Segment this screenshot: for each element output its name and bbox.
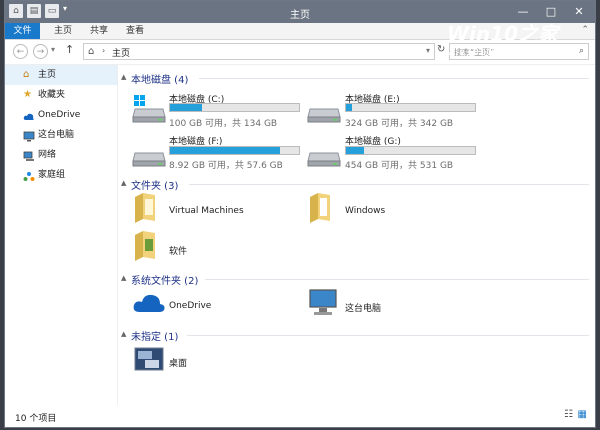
folder-name: Virtual Machines	[169, 206, 244, 216]
folder-icon	[133, 193, 157, 226]
star-icon: ★	[23, 89, 32, 100]
sidebar-item-label: 收藏夹	[38, 90, 66, 100]
tab-home[interactable]: 主页	[49, 23, 77, 39]
watermark: Win10之家 win10.ithome.com	[447, 23, 597, 58]
drive-icon	[132, 139, 166, 170]
address-input[interactable]: ⌂ › 主页 ▾	[83, 43, 435, 60]
drive-space-info: 324 GB 可用，共 342 GB	[345, 119, 454, 129]
system-drive-icon	[132, 95, 166, 126]
refresh-button[interactable]: ↻	[437, 44, 445, 55]
watermark-brand: Win10之家	[447, 22, 558, 46]
desktop-name: 桌面	[169, 359, 188, 369]
group-divider	[189, 184, 589, 185]
drive-usage-fill	[346, 104, 353, 111]
drive-space-info: 454 GB 可用，共 531 GB	[345, 161, 454, 171]
system-folder-name: OneDrive	[169, 301, 212, 311]
home-icon: ⌂	[23, 69, 30, 80]
recent-locations-icon[interactable]: ▾	[51, 45, 55, 54]
home-icon: ⌂	[88, 46, 95, 57]
drive-icon	[307, 95, 341, 126]
drive-usage-fill	[170, 104, 203, 111]
computer-icon	[308, 288, 338, 321]
forward-button[interactable]: →	[33, 44, 48, 59]
group-title-unspecified[interactable]: 未指定 (1)	[131, 328, 178, 343]
computer-icon	[23, 130, 35, 142]
sidebar-item-label: 家庭组	[38, 170, 66, 180]
up-button[interactable]: ↑	[65, 43, 74, 56]
details-view-icon[interactable]: ☷	[564, 409, 573, 420]
sidebar-item-label: 主页	[38, 70, 57, 80]
breadcrumb-chevron-icon: ›	[102, 46, 106, 55]
group-divider	[187, 335, 589, 336]
drive-usage-fill	[346, 147, 365, 154]
sidebar-item-label: 这台电脑	[38, 130, 75, 140]
folder-name: Windows	[345, 206, 386, 216]
back-button[interactable]: ←	[13, 44, 28, 59]
sidebar-item-this-pc[interactable]: 这台电脑	[5, 125, 117, 145]
group-divider	[205, 279, 589, 280]
tab-view[interactable]: 查看	[121, 23, 149, 39]
collapse-icon[interactable]: ▲	[121, 179, 126, 187]
drive-usage-bar	[169, 146, 300, 155]
system-folder-name: 这台电脑	[345, 304, 382, 314]
collapse-icon[interactable]: ▲	[121, 274, 126, 282]
sidebar-item-onedrive[interactable]: OneDrive	[5, 105, 117, 125]
drive-icon	[307, 139, 341, 170]
drive-usage-fill	[170, 147, 280, 154]
collapse-icon[interactable]: ▲	[121, 73, 126, 81]
drive-usage-bar	[345, 103, 476, 112]
group-divider	[199, 78, 589, 79]
sidebar-item-label: 网络	[38, 150, 57, 160]
maximize-button[interactable]: □	[537, 1, 565, 21]
desktop-icon	[134, 347, 164, 376]
large-icons-view-icon[interactable]: ▦	[578, 409, 587, 420]
group-title-folders[interactable]: 文件夹 (3)	[131, 177, 178, 192]
breadcrumb: 主页	[112, 49, 131, 59]
explorer-window: ⌂ ▤ ▭ ▾ 主页 — □ ✕ 文件 主页 共享 查看 ⌃ ← → ▾ ↑ ⌂…	[4, 0, 596, 428]
sidebar-item-home[interactable]: ⌂ 主页	[5, 65, 117, 85]
cloud-icon	[23, 110, 34, 121]
title-bar: ⌂ ▤ ▭ ▾ 主页 — □ ✕	[5, 1, 595, 23]
network-icon	[23, 150, 34, 161]
minimize-button[interactable]: —	[509, 1, 537, 21]
drive-space-info: 100 GB 可用，共 134 GB	[169, 119, 278, 129]
drive-usage-bar	[169, 103, 300, 112]
sidebar-item-homegroup[interactable]: 家庭组	[5, 165, 117, 185]
window-title: 主页	[290, 10, 310, 21]
tab-share[interactable]: 共享	[85, 23, 113, 39]
group-title-system-folders[interactable]: 系统文件夹 (2)	[131, 272, 198, 287]
onedrive-cloud-icon	[132, 292, 166, 317]
drive-space-info: 8.92 GB 可用，共 57.6 GB	[169, 161, 283, 171]
close-button[interactable]: ✕	[565, 1, 593, 21]
sidebar-item-favorites[interactable]: ★ 收藏夹	[5, 85, 117, 105]
homegroup-icon	[23, 170, 35, 181]
address-dropdown-icon[interactable]: ▾	[426, 46, 430, 55]
navigation-pane: ⌂ 主页 ★ 收藏夹 OneDrive 这台电脑 网络 家庭组	[5, 65, 118, 405]
watermark-url: win10.ithome.com	[447, 47, 548, 58]
folder-icon	[133, 231, 157, 264]
group-title-drives[interactable]: 本地磁盘 (4)	[131, 71, 188, 86]
tab-file[interactable]: 文件	[5, 23, 40, 39]
sidebar-item-network[interactable]: 网络	[5, 145, 117, 165]
content-pane: ▲ 本地磁盘 (4) 本地磁盘 (C:) 100 GB 可用，共 134 GB	[119, 67, 593, 407]
drive-usage-bar	[345, 146, 476, 155]
sidebar-item-label: OneDrive	[38, 110, 81, 120]
folder-name: 软件	[169, 247, 188, 257]
status-bar: 10 个项目 ☷ ▦	[5, 405, 595, 427]
item-count: 10 个项目	[15, 414, 57, 424]
window-controls: — □ ✕	[509, 1, 593, 21]
folder-icon	[308, 193, 332, 226]
collapse-icon[interactable]: ▲	[121, 330, 126, 338]
